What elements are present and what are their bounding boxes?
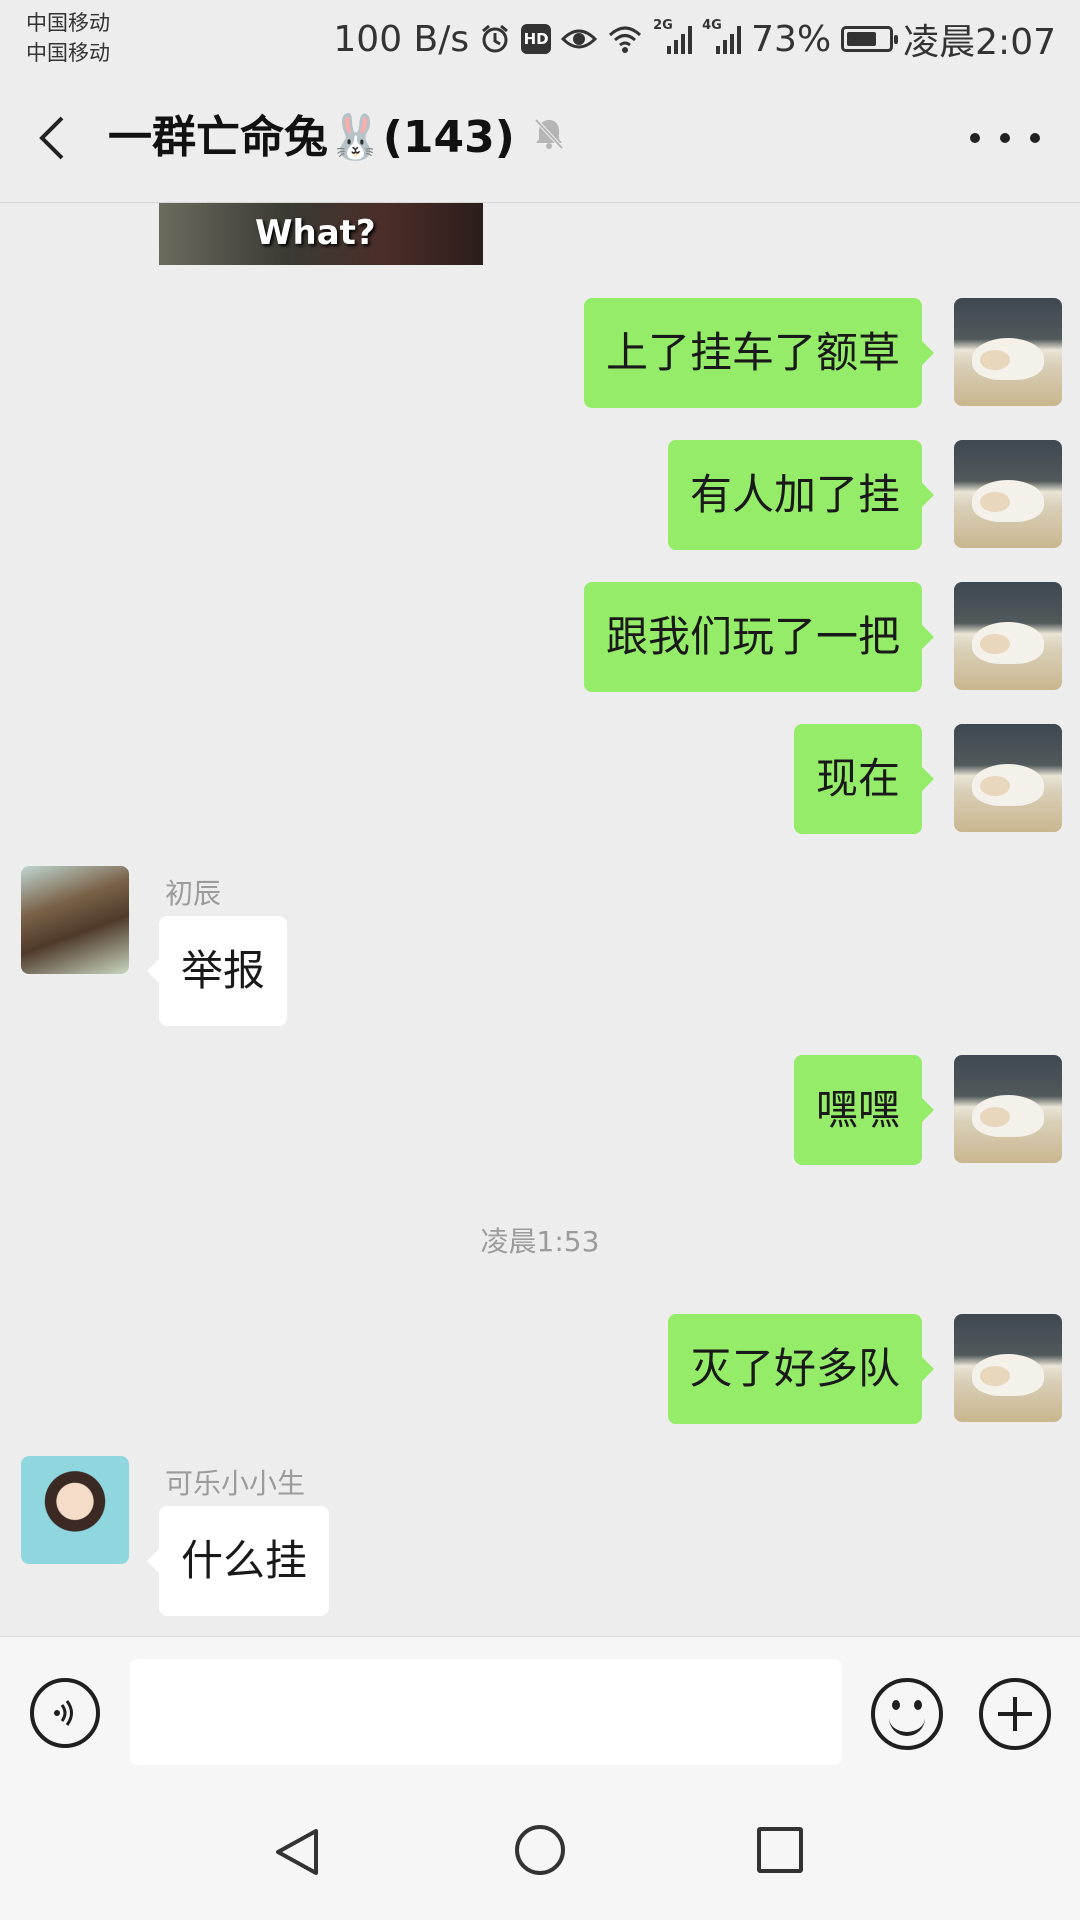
emoji-icon[interactable] (871, 1678, 943, 1750)
plus-icon[interactable] (979, 1678, 1051, 1750)
self-avatar[interactable] (954, 582, 1062, 690)
sender-name: 初辰 (165, 877, 222, 910)
sent-bubble[interactable]: 上了挂车了额草 (583, 298, 935, 408)
sender-name: 可乐小小生 (165, 1467, 306, 1500)
bell-muted-icon (531, 106, 567, 170)
alarm-icon (479, 23, 511, 55)
wifi-icon (607, 24, 643, 54)
sender-avatar[interactable] (21, 866, 129, 974)
sender-avatar[interactable] (21, 1456, 129, 1564)
input-bar (0, 1636, 1080, 1777)
carrier-1: 中国移动 (26, 11, 110, 35)
more-icon[interactable] (970, 118, 1040, 158)
signal-2g-icon: 2G (653, 18, 693, 54)
sent-bubble[interactable]: 嘿嘿 (793, 1055, 935, 1165)
voice-icon[interactable] (30, 1678, 100, 1748)
sent-bubble[interactable]: 有人加了挂 (667, 440, 935, 550)
carrier-2: 中国移动 (26, 41, 110, 65)
chat-header: 一群亡命兔🐰(143) (0, 78, 1080, 203)
eye-icon (561, 25, 598, 53)
hd-icon: HD (521, 24, 552, 54)
clock: 凌晨2:07 (903, 22, 1056, 63)
self-avatar[interactable] (954, 1055, 1062, 1163)
carrier-info: 中国移动 中国移动 (26, 8, 110, 68)
self-avatar[interactable] (954, 724, 1062, 832)
nav-back-icon[interactable] (272, 1827, 322, 1877)
status-bar: 中国移动 中国移动 100 B/s HD 2G 4G 73% 凌晨2:07 (0, 0, 1080, 78)
network-speed: 100 B/s (333, 18, 470, 60)
sent-bubble[interactable]: 现在 (793, 724, 935, 834)
received-bubble[interactable]: 举报 (146, 916, 288, 1026)
signal-4g-label: 4G (702, 18, 722, 33)
status-icons: 100 B/s HD 2G 4G 73% 凌晨2:07 (333, 14, 1056, 64)
image-caption: What? (255, 213, 376, 253)
sent-bubble[interactable]: 灭了好多队 (667, 1314, 935, 1424)
self-avatar[interactable] (954, 1314, 1062, 1422)
back-arrow-icon[interactable] (30, 108, 80, 168)
nav-recents-icon[interactable] (757, 1827, 803, 1873)
battery-fill (847, 32, 877, 46)
message-list[interactable]: What? 上了挂车了额草 有人加了挂 跟我们玩了一把 现在 初辰 举报 嘿嘿 … (0, 203, 1080, 1635)
message-input[interactable] (130, 1659, 842, 1765)
battery-icon (841, 26, 899, 52)
nav-home-icon[interactable] (515, 1825, 565, 1875)
self-avatar[interactable] (954, 440, 1062, 548)
signal-4g-icon: 4G (702, 18, 742, 54)
chat-title: 一群亡命兔🐰(143) (108, 112, 515, 163)
system-nav-bar (0, 1777, 1080, 1920)
battery-percent: 73% (751, 18, 832, 60)
signal-2g-label: 2G (653, 18, 673, 33)
timestamp: 凌晨1:53 (480, 1225, 600, 1258)
self-avatar[interactable] (954, 298, 1062, 406)
chat-title-row: 一群亡命兔🐰(143) (108, 106, 567, 170)
image-message[interactable]: What? (159, 203, 483, 265)
sent-bubble[interactable]: 跟我们玩了一把 (583, 582, 935, 692)
received-bubble[interactable]: 什么挂 (146, 1506, 330, 1616)
